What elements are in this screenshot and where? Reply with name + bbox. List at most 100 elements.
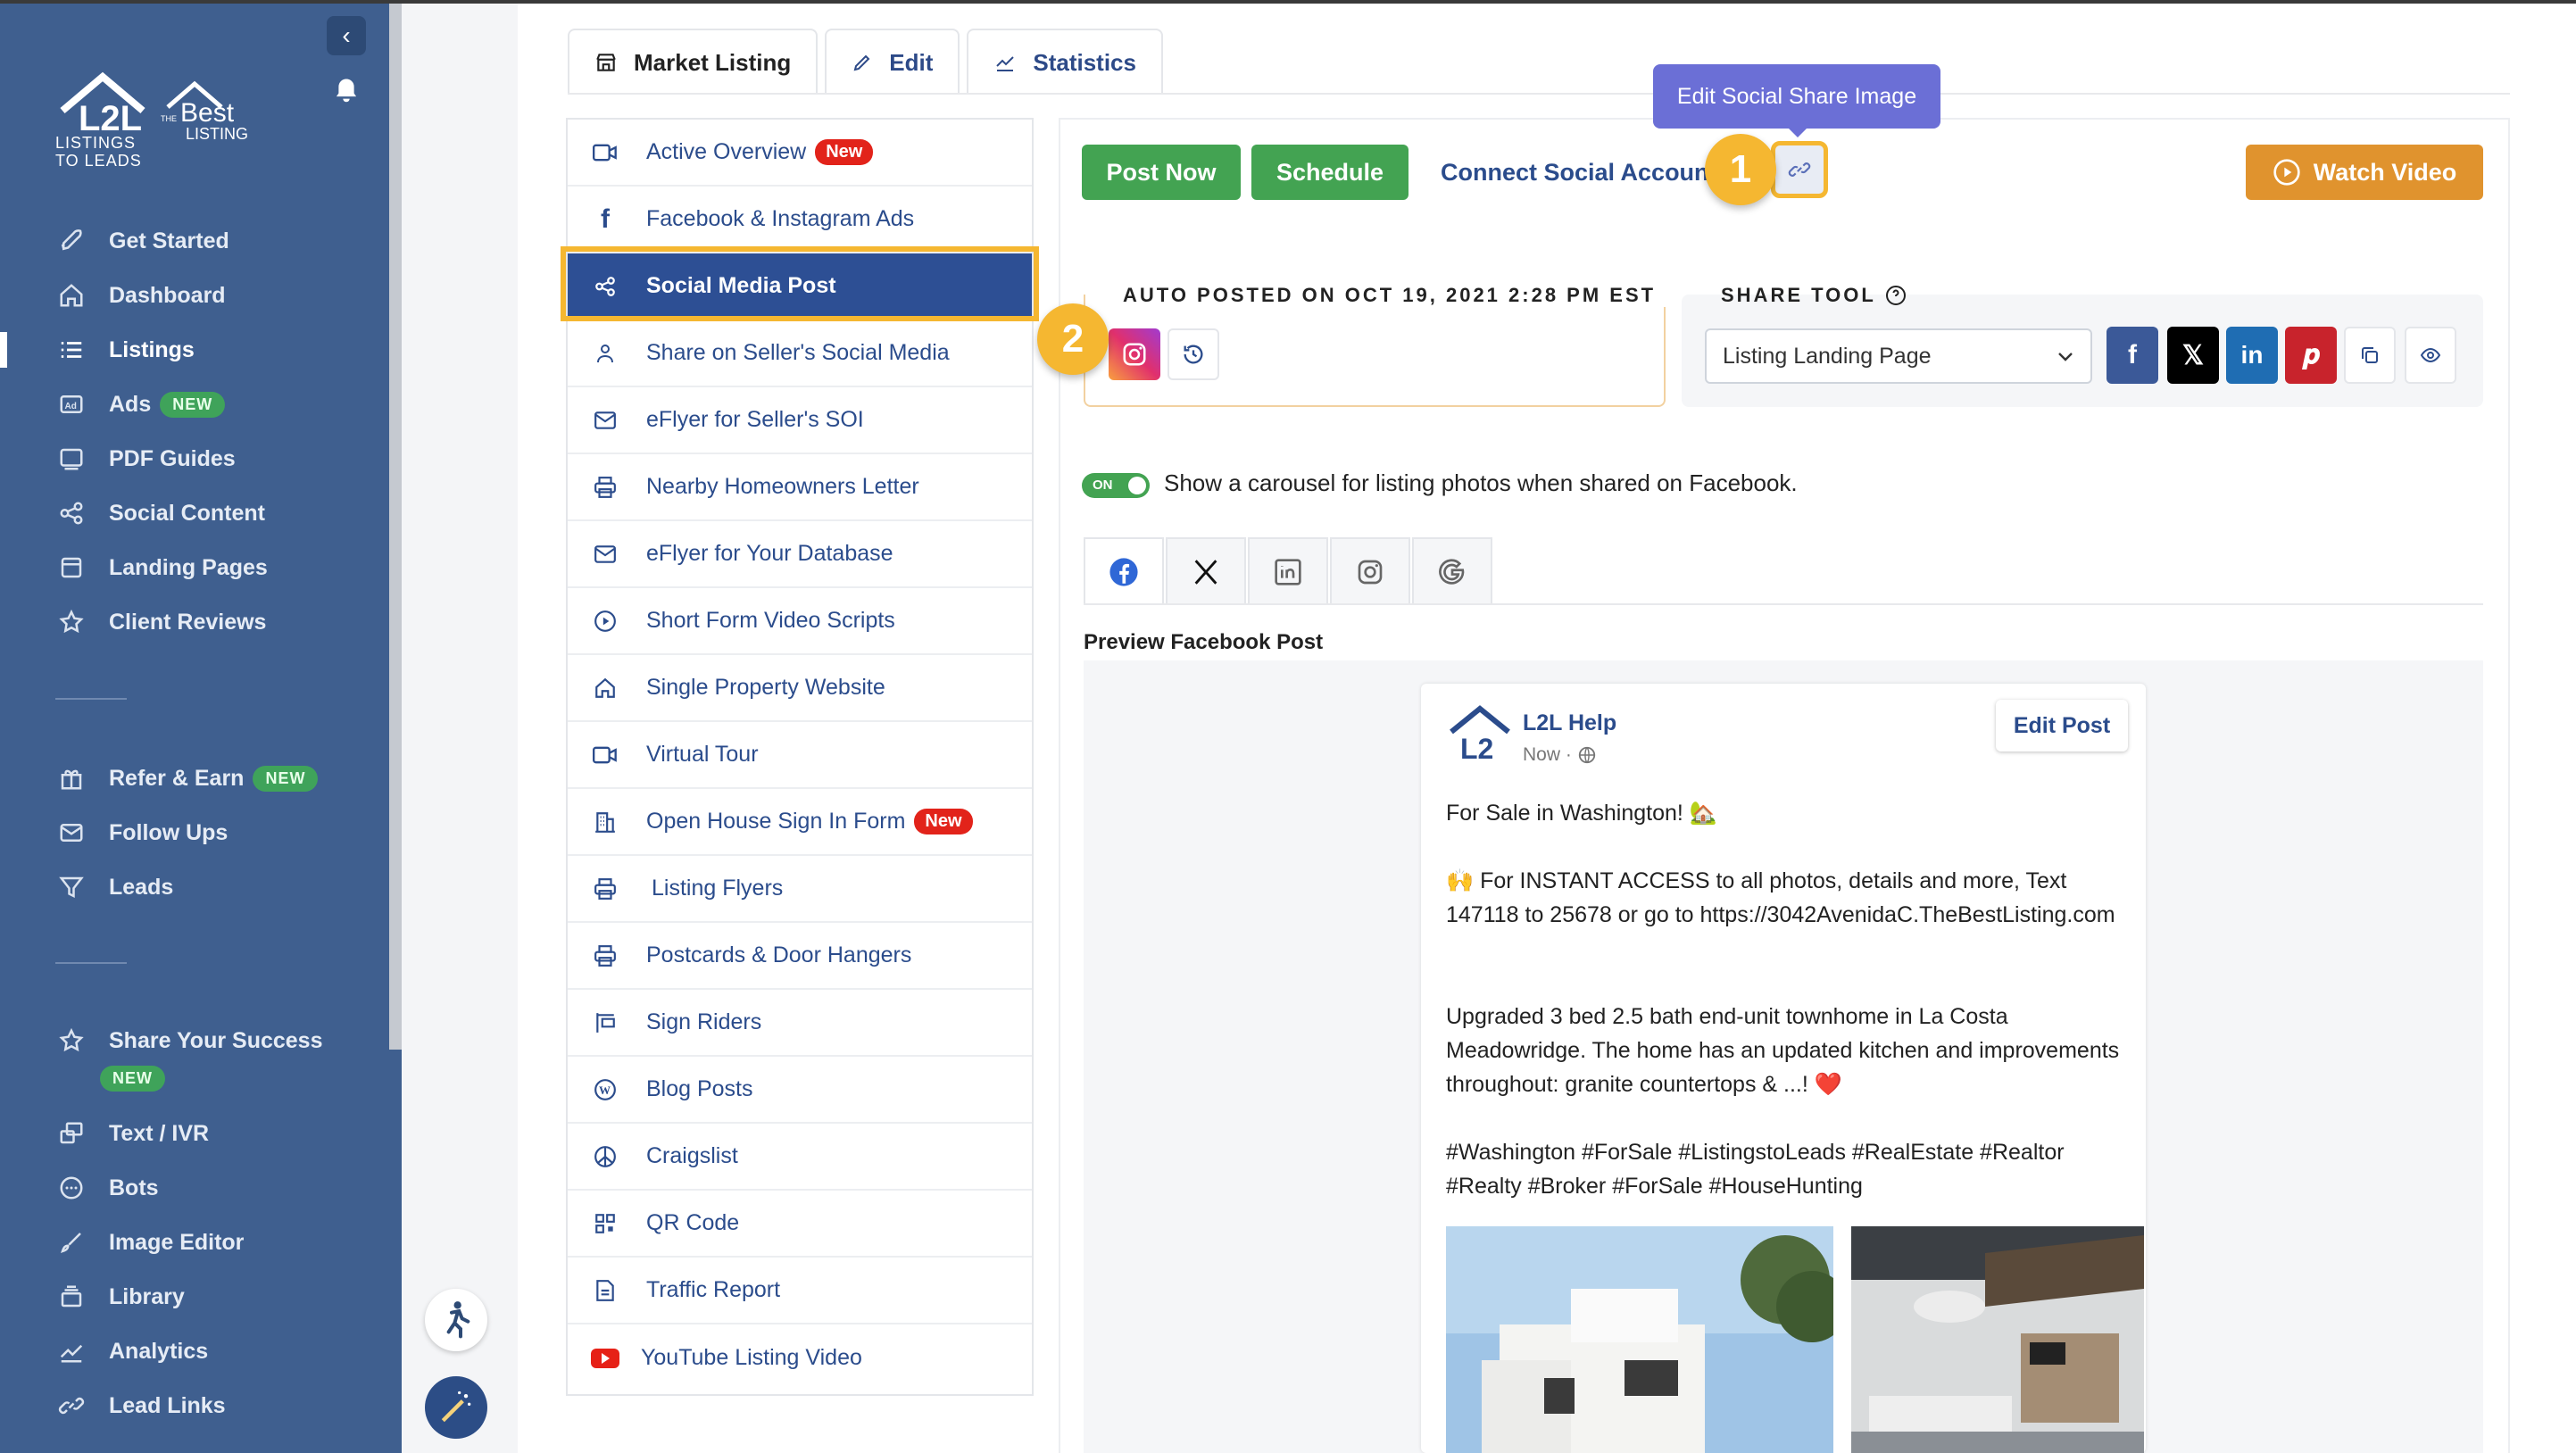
submenu-item-blog-posts[interactable]: W Blog Posts [568, 1057, 1032, 1124]
sidebar-item-social-content[interactable]: Social Content [55, 495, 265, 531]
page-name[interactable]: L2L Help [1523, 710, 1616, 736]
sidebar-item-dashboard[interactable]: Dashboard [55, 278, 226, 313]
tab-label: Market Listing [634, 48, 792, 76]
share-icon [55, 497, 87, 529]
filter-icon [55, 871, 87, 903]
gift-icon [55, 762, 87, 794]
svg-text:THE: THE [161, 114, 177, 123]
carousel-toggle[interactable]: ON [1082, 473, 1150, 498]
edit-share-image-button[interactable] [1771, 141, 1828, 198]
submenu-item-eflyer-sellers-soi[interactable]: eFlyer for Seller's SOI [568, 387, 1032, 454]
tab-statistics[interactable]: Statistics [967, 29, 1163, 95]
sidebar-item-label: Ads [109, 391, 152, 417]
magic-assistant-button[interactable] [425, 1376, 487, 1439]
tab-preview-linkedin[interactable] [1248, 537, 1328, 605]
sidebar-item-get-started[interactable]: Get Started [55, 223, 229, 259]
accessibility-button[interactable] [425, 1289, 487, 1351]
submenu-item-listing-flyers[interactable]: Listing Flyers [568, 856, 1032, 923]
sidebar-scrollbar[interactable] [389, 4, 402, 1050]
wordpress-icon: W [591, 1078, 619, 1101]
new-badge: NEW [100, 1066, 165, 1092]
sidebar-item-label: Listings [109, 336, 195, 362]
share-linkedin-button[interactable]: in [2226, 327, 2278, 384]
share-x-button[interactable]: 𝕏 [2167, 327, 2219, 384]
help-icon[interactable] [1885, 285, 1907, 306]
submenu-item-virtual-tour[interactable]: Virtual Tour [568, 722, 1032, 789]
accessibility-icon [446, 1301, 470, 1339]
submenu-item-short-form-video-scripts[interactable]: Short Form Video Scripts [568, 588, 1032, 655]
submenu-item-sign-riders[interactable]: Sign Riders [568, 990, 1032, 1057]
submenu-item-postcards-door-hangers[interactable]: Postcards & Door Hangers [568, 923, 1032, 990]
eye-icon [2420, 347, 2441, 363]
x-icon [1194, 560, 1217, 585]
submenu-item-share-sellers-social[interactable]: Share on Seller's Social Media [568, 320, 1032, 387]
submenu-item-qr-code[interactable]: QR Code [568, 1191, 1032, 1258]
post-history-button[interactable] [1168, 328, 1219, 380]
tab-preview-x[interactable] [1166, 537, 1246, 605]
sidebar-item-analytics[interactable]: Analytics [55, 1333, 208, 1369]
sidebar-item-refer-earn[interactable]: Refer & Earn NEW [55, 760, 319, 796]
submenu-label: Craigslist [646, 1143, 738, 1168]
notifications-button[interactable] [327, 71, 366, 111]
tab-preview-facebook[interactable] [1084, 537, 1164, 605]
post-now-button[interactable]: Post Now [1082, 145, 1241, 200]
linkedin-icon [1275, 559, 1301, 585]
sidebar-item-image-editor[interactable]: Image Editor [55, 1225, 244, 1260]
watch-video-button[interactable]: Watch Video [2246, 145, 2483, 200]
tab-preview-instagram[interactable] [1330, 537, 1410, 605]
share-facebook-button[interactable]: f [2107, 327, 2158, 384]
post-text-line: 🙌 For INSTANT ACCESS to all photos, deta… [1446, 868, 2115, 927]
post-time: Now · [1523, 744, 1572, 765]
submenu-item-eflyer-database[interactable]: eFlyer for Your Database [568, 521, 1032, 588]
youtube-icon [591, 1348, 619, 1369]
svg-text:L2L: L2L [79, 99, 142, 138]
sidebar-item-bots[interactable]: Bots [55, 1170, 159, 1206]
sidebar-item-client-reviews[interactable]: Client Reviews [55, 604, 266, 640]
sidebar-item-pdf-guides[interactable]: PDF Guides [55, 441, 236, 477]
linkedin-icon: in [2240, 341, 2264, 369]
sidebar-item-text-ivr[interactable]: Text / IVR [55, 1116, 209, 1151]
tab-market-listing[interactable]: Market Listing [568, 29, 819, 95]
submenu-item-craigslist[interactable]: Craigslist [568, 1124, 1032, 1191]
submenu-item-active-overview[interactable]: Active Overview New [568, 120, 1032, 187]
sidebar-item-listings[interactable]: Listings [55, 332, 195, 368]
sidebar-item-lead-links[interactable]: Lead Links [55, 1388, 226, 1424]
tab-edit[interactable]: Edit [825, 29, 960, 95]
sidebar-item-leads[interactable]: Leads [55, 869, 173, 905]
submenu-item-facebook-instagram-ads[interactable]: f Facebook & Instagram Ads [568, 187, 1032, 253]
magic-wand-icon [441, 1391, 471, 1423]
submenu-item-open-house-sign-in[interactable]: Open House Sign In Form New [568, 789, 1032, 856]
share-target-select[interactable]: Listing Landing Page [1705, 328, 2092, 384]
sidebar-item-ads[interactable]: Ad Ads NEW [55, 386, 226, 422]
submenu-label: Virtual Tour [646, 742, 759, 767]
instagram-post-button[interactable] [1109, 328, 1160, 380]
edit-post-button[interactable]: Edit Post [1996, 700, 2128, 751]
svg-text:Best: Best [180, 98, 235, 128]
sidebar-item-follow-ups[interactable]: Follow Ups [55, 815, 228, 851]
submenu-label: Short Form Video Scripts [646, 608, 895, 633]
collapse-sidebar-button[interactable]: ‹ [327, 16, 366, 55]
preview-label: Preview Facebook Post [1084, 630, 1324, 654]
sidebar-item-label: Follow Ups [109, 819, 229, 845]
submenu-item-single-property-website[interactable]: Single Property Website [568, 655, 1032, 722]
submenu-item-traffic-report[interactable]: Traffic Report [568, 1258, 1032, 1324]
share-pinterest-button[interactable]: 𝒑 [2285, 327, 2337, 384]
submenu-label: YouTube Listing Video [641, 1345, 862, 1370]
copy-link-button[interactable] [2344, 327, 2396, 384]
submenu-item-youtube-listing-video[interactable]: YouTube Listing Video [568, 1324, 1032, 1391]
schedule-button[interactable]: Schedule [1251, 145, 1408, 200]
play-icon [591, 610, 619, 633]
preview-link-button[interactable] [2405, 327, 2456, 384]
listing-photo-exterior[interactable] [1446, 1226, 1833, 1453]
sidebar-item-library[interactable]: Library [55, 1279, 185, 1315]
submenu-label: Active Overview [646, 139, 807, 164]
listing-photo-interior[interactable] [1851, 1226, 2144, 1453]
sidebar-item-landing-pages[interactable]: Landing Pages [55, 550, 268, 585]
pinterest-icon: 𝒑 [2302, 340, 2320, 369]
sidebar-item-label: Lead Links [109, 1392, 226, 1418]
sidebar-item-share-your-success[interactable]: Share Your Success [55, 1023, 322, 1059]
submenu-label: eFlyer for Seller's SOI [646, 407, 864, 432]
submenu-label: Open House Sign In Form [646, 809, 906, 834]
tab-preview-google[interactable] [1412, 537, 1492, 605]
submenu-item-nearby-homeowners-letter[interactable]: Nearby Homeowners Letter [568, 454, 1032, 521]
